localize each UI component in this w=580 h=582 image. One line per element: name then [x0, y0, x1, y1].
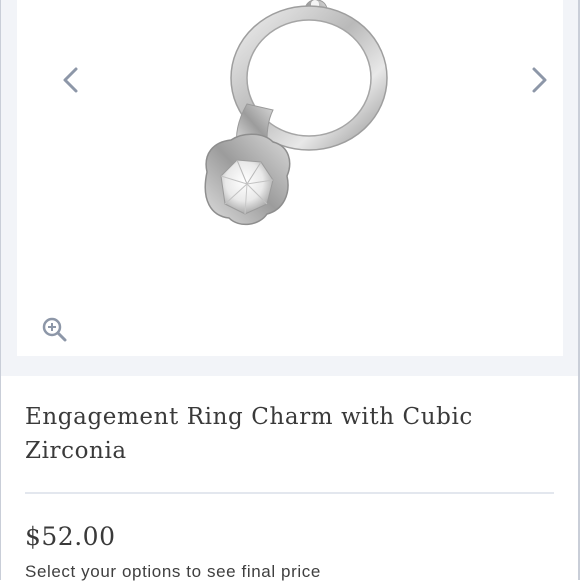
product-image-panel: [17, 0, 563, 356]
zoom-in-icon[interactable]: [41, 316, 67, 342]
chevron-right-icon: [532, 67, 547, 93]
product-price: $52.00: [25, 522, 116, 551]
gallery-next-button[interactable]: [525, 62, 555, 98]
chevron-left-icon: [63, 67, 78, 93]
divider: [25, 492, 554, 494]
product-details: Engagement Ring Charm with Cubic Zirconi…: [25, 400, 555, 468]
gallery-prev-button[interactable]: [55, 62, 85, 98]
price-note: Select your options to see final price: [25, 562, 321, 581]
product-title: Engagement Ring Charm with Cubic Zirconi…: [25, 404, 473, 464]
product-image-ring-charm[interactable]: [17, 0, 563, 356]
product-gallery: [1, 0, 578, 376]
